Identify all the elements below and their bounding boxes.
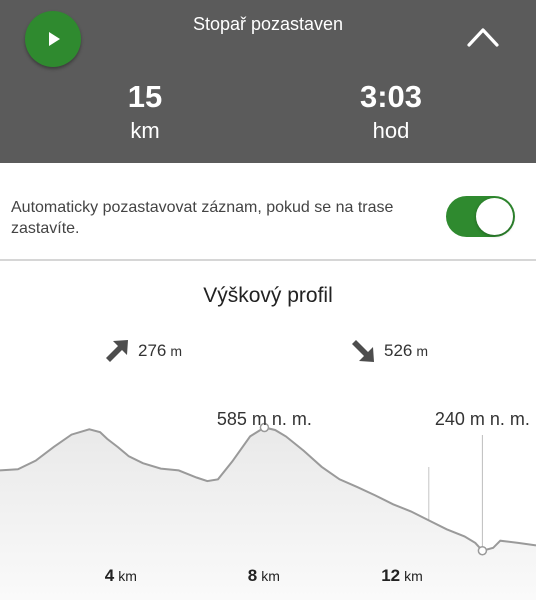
elevation-chart: 4 km 8 km 12 km585 m n. m. 240 m n. m. (0, 409, 536, 600)
distance-tick-unit: km (118, 568, 137, 584)
distance-stat: 15 km (75, 80, 215, 145)
profile-title: Výškový profil (203, 284, 333, 307)
min-elevation-point (477, 545, 488, 556)
toggle-knob (476, 198, 513, 235)
distance-tick-value: 12 (381, 566, 400, 585)
distance-tick-label: 4 km (105, 566, 137, 585)
distance-tick-value: 8 (248, 566, 257, 585)
duration-value: 3:03 (359, 79, 423, 114)
min-elevation-label: 240 m n. m. (435, 409, 530, 429)
chevron-up-icon[interactable] (466, 26, 500, 48)
distance-unit: km (130, 118, 160, 143)
descent-stat: 526 m (350, 338, 428, 364)
max-elevation-label: 585 m n. m. (217, 409, 312, 429)
arrow-up-right-icon (106, 340, 128, 362)
ascent-value: 276 (138, 341, 167, 360)
autopause-toggle[interactable] (446, 196, 515, 237)
ascent-unit: m (170, 343, 183, 359)
arrow-down-right-icon (352, 340, 374, 362)
distance-value: 15 (127, 79, 163, 114)
duration-unit: hod (372, 118, 410, 143)
descent-unit: m (416, 343, 429, 359)
distance-tick-label: 8 km (248, 566, 280, 585)
distance-tick-unit: km (404, 568, 423, 584)
distance-tick-unit: km (261, 568, 280, 584)
tracker-status: Stopař pozastaven (192, 14, 344, 34)
duration-stat: 3:03 hod (321, 80, 461, 145)
distance-tick-value: 4 (105, 566, 115, 585)
autopause-label: Automaticky pozastavovat záznam, pokud s… (11, 199, 394, 237)
descent-value: 526 (384, 341, 413, 360)
tracker-header: Stopař pozastaven 15 km 3:03 hod (0, 0, 536, 163)
ascent-stat: 276 m (104, 338, 182, 364)
